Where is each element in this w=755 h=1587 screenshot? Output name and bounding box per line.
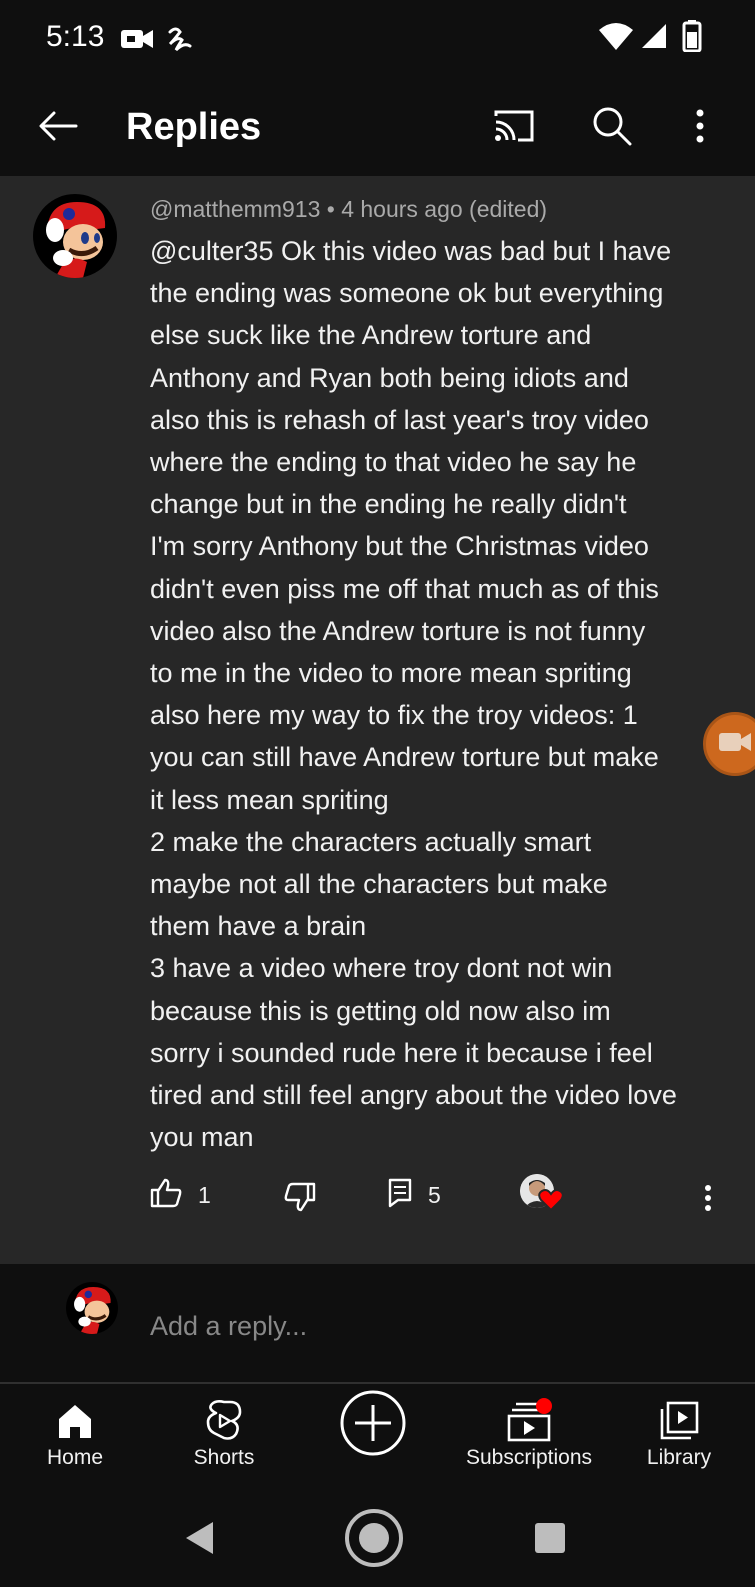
comment-line: @culter35 Ok this video was bad but I ha… xyxy=(150,236,672,266)
reply-input[interactable] xyxy=(150,1306,710,1346)
shorts-icon xyxy=(206,1398,242,1444)
comment-line: where the ending to that video he say he xyxy=(150,447,637,478)
comment-line: sorry i sounded rude here it because i f… xyxy=(150,1037,653,1068)
comment-line: maybe not all the characters but make xyxy=(150,869,608,900)
comment-line: 2 make the characters actually smart xyxy=(150,826,592,857)
triangle-back-icon xyxy=(183,1519,217,1562)
dislike-button[interactable] xyxy=(284,1182,316,1217)
comment-line: didn't even piss me off that much as of … xyxy=(150,573,659,604)
system-home-button[interactable] xyxy=(344,1508,404,1573)
heart-icon xyxy=(538,1188,564,1217)
home-icon xyxy=(56,1398,94,1444)
creator-heart xyxy=(520,1174,564,1212)
video-camera-icon xyxy=(718,730,752,759)
comment-panel: @matthemm913 • 4 hours ago (edited) @cul… xyxy=(0,176,755,1264)
nav-subscriptions[interactable]: Subscriptions xyxy=(454,1388,604,1488)
like-count: 1 xyxy=(198,1182,211,1208)
comment-actions: 1 5 xyxy=(0,1174,755,1224)
comment-line: I'm sorry Anthony but the Christmas vide… xyxy=(150,531,649,562)
back-button[interactable] xyxy=(28,98,88,158)
reply-count: 5 xyxy=(428,1182,441,1208)
page-title: Replies xyxy=(126,106,262,148)
comment-line: because this is getting old now also im xyxy=(150,995,611,1026)
create-plus-icon xyxy=(339,1388,407,1458)
squiggle-icon xyxy=(166,24,194,59)
cell-signal-icon xyxy=(640,22,668,55)
comment-line: video also the Andrew torture is not fun… xyxy=(150,615,646,646)
avatar[interactable] xyxy=(33,194,117,278)
system-recents-button[interactable] xyxy=(520,1510,580,1570)
nav-shorts-label: Shorts xyxy=(193,1446,255,1469)
comment-line: them have a brain xyxy=(150,911,367,942)
my-avatar xyxy=(66,1282,118,1334)
thumbs-up-icon xyxy=(150,1178,182,1213)
status-bar: 5:13 xyxy=(0,0,755,80)
wifi-icon xyxy=(598,22,634,57)
reply-button[interactable]: 5 xyxy=(388,1178,441,1213)
nav-home-label: Home xyxy=(46,1446,104,1469)
comment-line: change but in the ending he really didn'… xyxy=(150,489,627,520)
reply-comment-icon xyxy=(388,1178,412,1213)
system-back-button[interactable] xyxy=(170,1510,230,1570)
comment-line: the ending was someone ok but everything xyxy=(150,278,664,309)
battery-icon xyxy=(682,20,702,57)
bottom-nav: Home Shorts Subscriptions Library xyxy=(0,1388,755,1488)
system-nav-bar xyxy=(0,1488,755,1587)
cast-button[interactable] xyxy=(484,98,544,158)
comment-more-button[interactable] xyxy=(704,1184,712,1217)
nav-subscriptions-label: Subscriptions xyxy=(465,1446,593,1469)
thumbs-down-icon xyxy=(284,1182,316,1217)
back-arrow-icon xyxy=(38,110,78,147)
nav-create[interactable] xyxy=(298,1388,448,1488)
comment-line: also this is rehash of last year's troy … xyxy=(150,404,649,435)
nav-library-label: Library xyxy=(646,1446,712,1469)
nav-library[interactable]: Library xyxy=(604,1388,754,1488)
comment-line: you man xyxy=(150,1122,254,1153)
more-vert-icon xyxy=(704,1184,712,1217)
square-recents-icon xyxy=(533,1521,567,1560)
video-camera-icon xyxy=(120,26,154,57)
comment-line: else suck like the Andrew torture and xyxy=(150,320,592,351)
comment-line: tired and still feel angry about the vid… xyxy=(150,1080,677,1111)
comment-line: you can still have Andrew torture but ma… xyxy=(150,742,659,773)
library-icon xyxy=(659,1398,699,1444)
subscriptions-icon xyxy=(506,1398,552,1444)
comment-line: it less mean spriting xyxy=(150,784,389,815)
comment-line: 3 have a video where troy dont not win xyxy=(150,953,613,984)
cast-icon xyxy=(492,108,536,149)
notification-dot xyxy=(536,1398,552,1414)
status-time: 5:13 xyxy=(46,20,105,53)
comment-line: Anthony and Ryan both being idiots and xyxy=(150,362,629,393)
search-icon xyxy=(592,106,632,151)
nav-shorts[interactable]: Shorts xyxy=(149,1388,299,1488)
comment-meta: @matthemm913 • 4 hours ago (edited) xyxy=(150,196,548,222)
more-options-button[interactable] xyxy=(670,98,730,158)
comment-text: @culter35 Ok this video was bad but I ha… xyxy=(150,230,725,1158)
comment-line: to me in the video to more mean spriting xyxy=(150,658,632,689)
circle-home-icon xyxy=(344,1508,404,1573)
app-bar: Replies xyxy=(0,80,755,176)
comment-line: also here my way to fix the troy videos:… xyxy=(150,700,638,731)
reply-bar xyxy=(0,1264,755,1384)
like-button[interactable]: 1 xyxy=(150,1178,211,1213)
divider xyxy=(0,1382,755,1384)
nav-home[interactable]: Home xyxy=(0,1388,150,1488)
more-vert-icon xyxy=(695,108,705,149)
search-button[interactable] xyxy=(582,98,642,158)
